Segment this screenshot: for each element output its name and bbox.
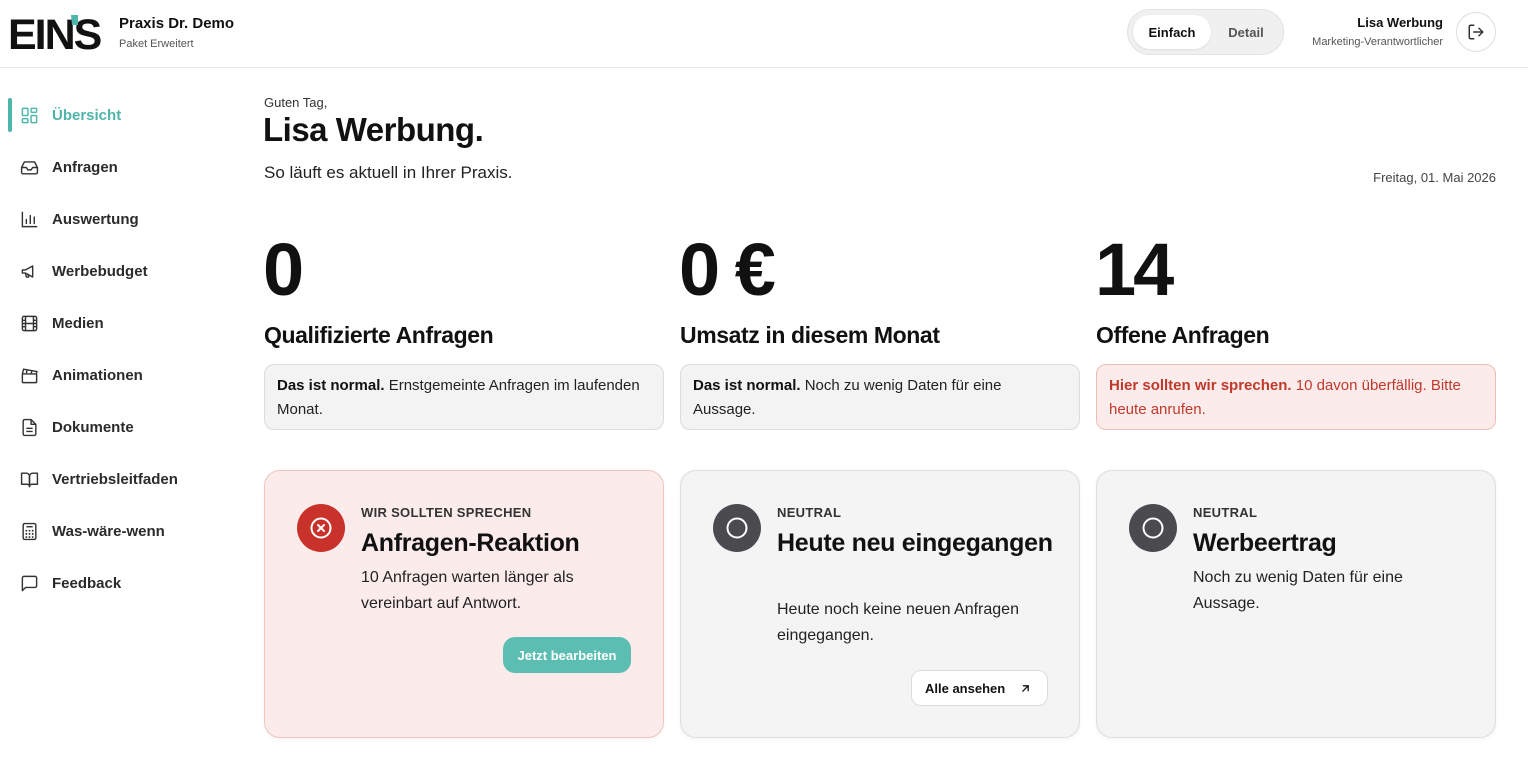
card-kicker: NEUTRAL: [777, 505, 842, 520]
alle-ansehen-button[interactable]: Alle ansehen: [911, 670, 1048, 706]
card-title: Anfragen-Reaktion: [361, 529, 580, 557]
sidebar-item-label: Feedback: [52, 574, 122, 592]
card-anfragen-reaktion: WIR SOLLTEN SPRECHEN Anfragen-Reaktion 1…: [264, 470, 664, 738]
logout-icon: [1468, 24, 1484, 40]
user-role: Marketing-Verantwortlicher: [1312, 36, 1443, 48]
kpi-label-revenue: Umsatz in diesem Monat: [680, 322, 940, 348]
sidebar-item-label: Werbebudget: [52, 262, 148, 280]
practice-name: Praxis Dr. Demo: [119, 15, 235, 32]
button-label: Alle ansehen: [925, 680, 1006, 696]
kpi-note-qualified: Das ist normal. Ernstgemeinte Anfragen i…: [264, 364, 664, 430]
jetzt-bearbeiten-button[interactable]: Jetzt bearbeiten: [503, 637, 631, 673]
card-kicker: WIR SOLLTEN SPRECHEN: [361, 505, 532, 520]
sidebar-item-uebersicht[interactable]: Übersicht: [0, 95, 230, 135]
card-description: Heute noch keine neuen Anfragen eingegan…: [777, 601, 1019, 644]
sidebar-item-dokumente[interactable]: Dokumente: [0, 407, 230, 447]
kpi-note-bold: Hier sollten wir sprechen.: [1109, 377, 1292, 394]
circle-icon: [1142, 517, 1164, 539]
card-description: 10 Anfragen warten länger als vereinbart…: [361, 569, 574, 612]
card-title: Werbeertrag: [1193, 529, 1337, 557]
sidebar-item-was-waere-wenn[interactable]: Was-wäre-wenn: [0, 511, 230, 551]
sidebar-item-anfragen[interactable]: Anfragen: [0, 147, 230, 187]
film-icon: [21, 315, 38, 332]
kpi-note-revenue: Das ist normal. Noch zu wenig Daten für …: [680, 364, 1080, 430]
sidebar-item-animationen[interactable]: Animationen: [0, 355, 230, 395]
sidebar-item-werbebudget[interactable]: Werbebudget: [0, 251, 230, 291]
book-icon: [20, 472, 39, 488]
kpi-note-bold: Das ist normal.: [277, 377, 385, 394]
circle-icon: [726, 517, 748, 539]
kpi-value-revenue: 0 €: [679, 228, 776, 311]
status-badge: [1129, 504, 1177, 552]
sidebar-item-vertriebsleitfaden[interactable]: Vertriebsleitfaden: [0, 459, 230, 499]
document-icon: [22, 418, 37, 437]
kpi-note-open: Hier sollten wir sprechen. 10 davon über…: [1096, 364, 1496, 430]
svg-text:EINS: EINS: [8, 11, 101, 55]
card-werbeertrag: NEUTRAL Werbeertrag Noch zu wenig Daten …: [1096, 470, 1496, 738]
view-mode-toggle: Einfach Detail: [1127, 9, 1284, 55]
sidebar-nav: Übersicht Anfragen Auswertung Werbebudge…: [0, 68, 240, 759]
sidebar-item-medien[interactable]: Medien: [0, 303, 230, 343]
grid-icon: [21, 107, 38, 124]
sidebar-item-label: Was-wäre-wenn: [52, 522, 165, 540]
kpi-label-qualified: Qualifizierte Anfragen: [264, 322, 494, 348]
user-name: Lisa Werbung: [1357, 15, 1443, 30]
current-date: Freitag, 01. Mai 2026: [1373, 170, 1496, 185]
sidebar-item-label: Dokumente: [52, 418, 134, 436]
sidebar-item-label: Anfragen: [52, 158, 118, 176]
kpi-value-open: 14: [1095, 228, 1174, 311]
greeting-subtitle: So läuft es aktuell in Ihrer Praxis.: [264, 163, 513, 182]
page-title: Lisa Werbung.: [263, 111, 484, 148]
sidebar-item-feedback[interactable]: Feedback: [0, 563, 230, 603]
greeting-salutation: Guten Tag,: [264, 95, 328, 110]
card-title: Heute neu eingegangen: [777, 529, 1053, 557]
mode-einfach-button[interactable]: Einfach: [1133, 15, 1211, 49]
card-description: Noch zu wenig Daten für eine Aussage.: [1193, 569, 1403, 612]
status-badge: [713, 504, 761, 552]
calculator-icon: [22, 522, 37, 541]
card-heute-neu: NEUTRAL Heute neu eingegangen Heute noch…: [680, 470, 1080, 738]
sidebar-item-label: Vertriebsleitfaden: [52, 470, 178, 488]
card-kicker: NEUTRAL: [1193, 505, 1258, 520]
clapperboard-icon: [21, 368, 38, 384]
message-icon: [21, 575, 38, 592]
top-header: EINS Praxis Dr. Demo Paket Erweitert Ein…: [0, 0, 1528, 68]
x-circle-icon: [310, 517, 332, 539]
sidebar-item-label: Übersicht: [52, 106, 122, 124]
kpi-label-open: Offene Anfragen: [1096, 322, 1270, 348]
inbox-icon: [20, 161, 39, 175]
megaphone-icon: [21, 265, 34, 278]
sidebar-item-auswertung[interactable]: Auswertung: [0, 199, 230, 239]
package-label: Paket Erweitert: [119, 38, 194, 50]
logout-button[interactable]: [1456, 12, 1496, 52]
mode-detail-button[interactable]: Detail: [1212, 15, 1280, 49]
sidebar-item-label: Animationen: [52, 366, 143, 384]
kpi-note-bold: Das ist normal.: [693, 377, 801, 394]
eins-logo[interactable]: EINS: [8, 11, 110, 55]
arrow-up-right-icon: [1022, 685, 1029, 692]
kpi-value-qualified: 0: [263, 228, 304, 311]
sidebar-item-label: Auswertung: [52, 210, 139, 228]
bar-chart-icon: [21, 211, 38, 228]
sidebar-item-label: Medien: [52, 314, 104, 332]
status-badge: [297, 504, 345, 552]
